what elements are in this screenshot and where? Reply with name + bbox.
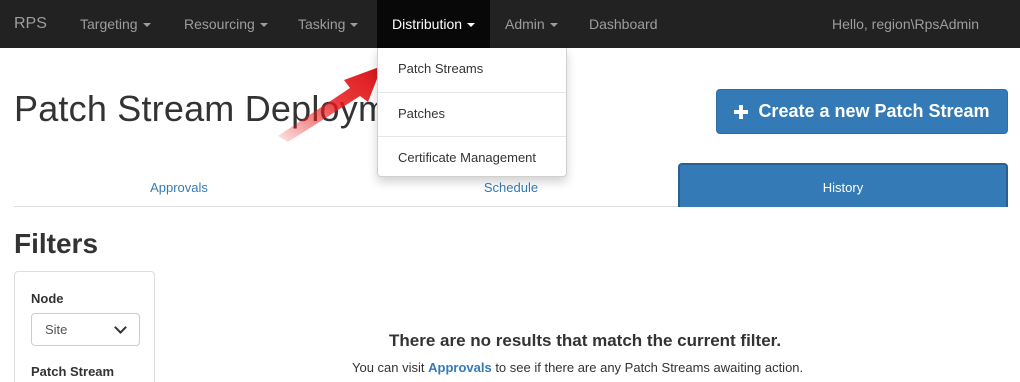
nav-admin[interactable]: Admin [505,0,558,48]
nav-distribution-label: Distribution [392,16,463,32]
brand-link[interactable]: RPS [14,15,47,33]
nav-resourcing[interactable]: Resourcing [184,0,268,48]
empty-state-suffix: to see if there are any Patch Streams aw… [491,360,804,375]
caret-down-icon [259,23,268,28]
menu-item-certificate-management[interactable]: Certificate Management [378,136,566,180]
caret-down-icon [142,23,151,28]
nav-distribution[interactable]: Distribution [377,0,491,48]
caret-down-icon [350,23,359,28]
nav-dashboard-label: Dashboard [589,16,658,32]
menu-item-patch-streams[interactable]: Patch Streams [378,48,566,92]
nav-admin-label: Admin [505,16,545,32]
create-button-label: Create a new Patch Stream [758,101,990,121]
top-navbar: RPS Targeting Resourcing Tasking Distrib… [0,0,1020,48]
create-patch-stream-button[interactable]: Create a new Patch Stream [716,89,1008,134]
nav-resourcing-label: Resourcing [184,16,255,32]
node-label: Node [31,291,64,306]
caret-down-icon [467,23,476,28]
nav-targeting[interactable]: Targeting [80,0,151,48]
chevron-down-icon [114,321,127,334]
tab-history[interactable]: History [678,163,1008,207]
distribution-dropdown-menu: Patch Streams Patches Certificate Manage… [377,48,567,177]
caret-down-icon [549,23,558,28]
nav-tasking-label: Tasking [298,16,346,32]
empty-state-title: There are no results that match the curr… [389,331,782,350]
filters-heading: Filters [14,228,99,259]
menu-item-patches[interactable]: Patches [378,92,566,136]
user-greeting[interactable]: Hello, region\RpsAdmin [832,0,979,48]
empty-state-prefix: You can visit [352,360,429,375]
approvals-link[interactable]: Approvals [428,360,492,375]
tab-approvals[interactable]: Approvals [14,166,344,207]
nav-dashboard[interactable]: Dashboard [589,0,658,48]
empty-state-message: You can visit Approvals to see if there … [352,360,803,375]
plus-icon [734,104,749,119]
nav-tasking[interactable]: Tasking [298,0,359,48]
nav-targeting-label: Targeting [80,16,138,32]
filter-panel: Node Site Patch Stream [14,271,155,382]
patch-stream-label: Patch Stream [31,364,115,379]
node-select[interactable]: Site [31,313,140,346]
node-select-value: Site [45,322,68,337]
